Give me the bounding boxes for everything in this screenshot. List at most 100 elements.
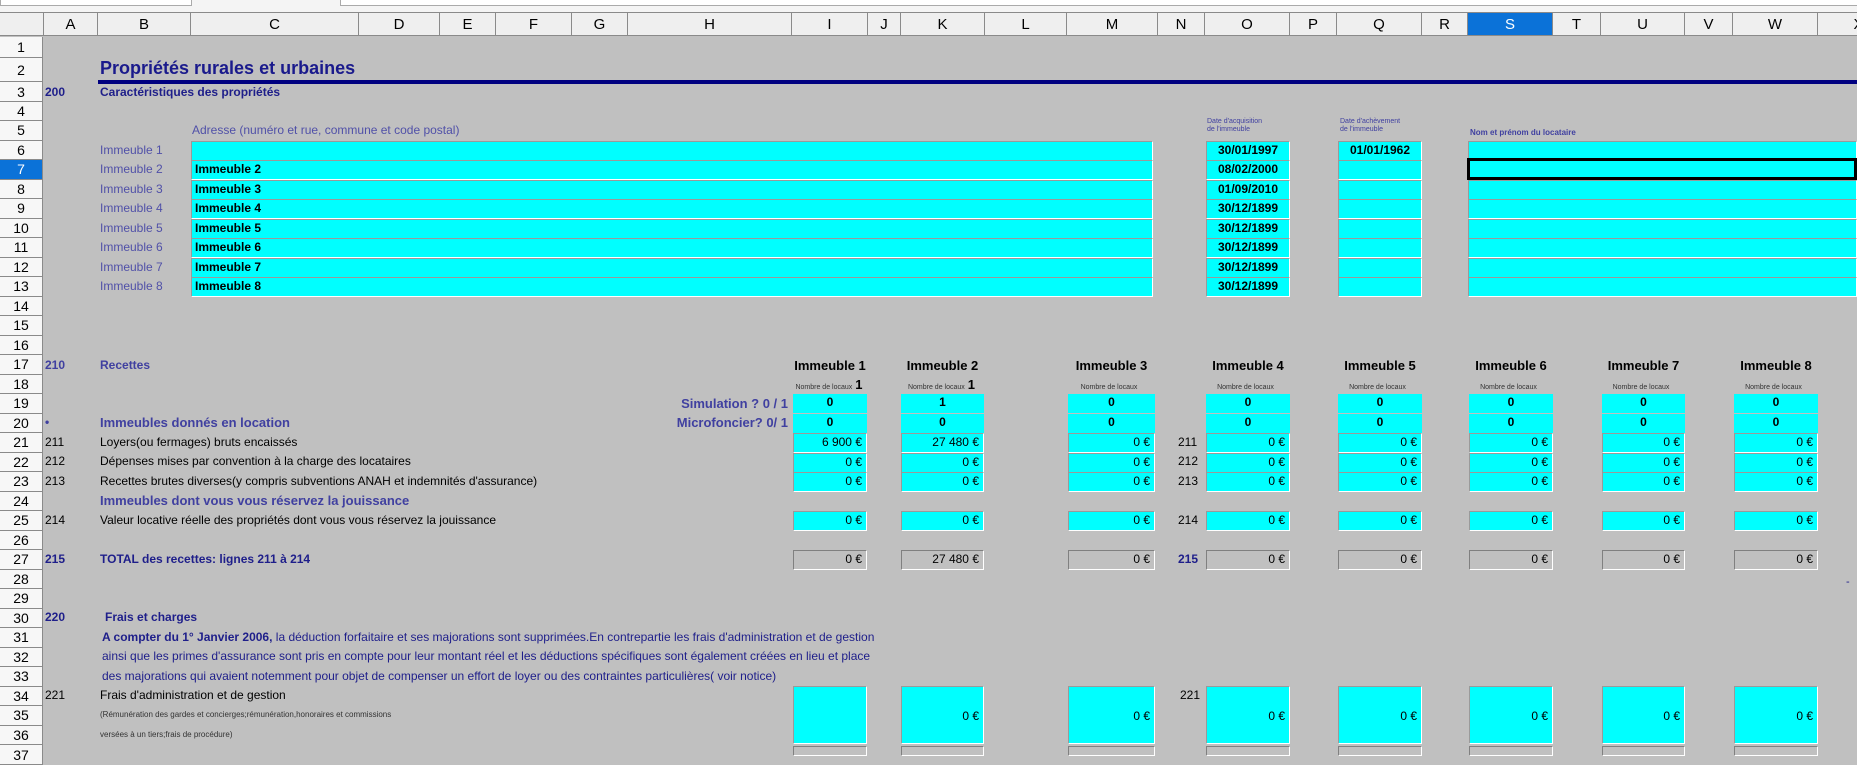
column-header-a[interactable]: A bbox=[44, 12, 98, 36]
row-header-28[interactable]: 28 bbox=[0, 569, 43, 589]
row-header-14[interactable]: 14 bbox=[0, 296, 43, 316]
row-header-23[interactable]: 23 bbox=[0, 472, 43, 492]
address-input[interactable]: Immeuble 5 bbox=[191, 218, 1153, 239]
row-header-10[interactable]: 10 bbox=[0, 218, 43, 238]
line-221-input[interactable]: 0 € bbox=[1338, 686, 1422, 744]
line-212-input[interactable]: 0 € bbox=[793, 452, 867, 473]
microfoncier-input[interactable]: 0 bbox=[1068, 414, 1155, 433]
acquisition-date-input[interactable]: 30/12/1899 bbox=[1206, 257, 1290, 278]
line-214-input[interactable]: 0 € bbox=[1469, 511, 1553, 531]
simulation-input[interactable]: 0 bbox=[1734, 394, 1818, 413]
row-header-7[interactable]: 7 bbox=[0, 160, 43, 180]
column-header-d[interactable]: D bbox=[359, 12, 440, 36]
line-213-input[interactable]: 0 € bbox=[793, 472, 867, 492]
address-input[interactable]: Immeuble 2 bbox=[191, 160, 1153, 180]
column-header-v[interactable]: V bbox=[1685, 12, 1733, 36]
simulation-input[interactable]: 0 bbox=[1469, 394, 1553, 413]
nb-locaux-count[interactable]: 1 bbox=[855, 377, 862, 392]
row-header-32[interactable]: 32 bbox=[0, 647, 43, 667]
line-212-input[interactable]: 0 € bbox=[1206, 452, 1290, 473]
line-211-input[interactable]: 0 € bbox=[1338, 433, 1422, 453]
column-header-x[interactable]: X bbox=[1818, 12, 1857, 36]
row-header-20[interactable]: 20 bbox=[0, 413, 43, 433]
simulation-input[interactable]: 0 bbox=[793, 394, 867, 413]
line-221-input[interactable]: 0 € bbox=[901, 686, 984, 744]
row-header-16[interactable]: 16 bbox=[0, 335, 43, 355]
line-214-input[interactable]: 0 € bbox=[1602, 511, 1685, 531]
row-header-37[interactable]: 37 bbox=[0, 745, 43, 765]
completion-date-input[interactable]: 01/01/1962 bbox=[1338, 140, 1422, 161]
line-213-input[interactable]: 0 € bbox=[1734, 472, 1818, 492]
line-212-input[interactable]: 0 € bbox=[1338, 452, 1422, 473]
row-header-29[interactable]: 29 bbox=[0, 589, 43, 609]
line-221-input[interactable]: 0 € bbox=[1734, 686, 1818, 744]
line-211-input[interactable]: 0 € bbox=[1602, 433, 1685, 453]
completion-date-input[interactable] bbox=[1338, 160, 1422, 180]
row-header-36[interactable]: 36 bbox=[0, 725, 43, 745]
column-header-u[interactable]: U bbox=[1601, 12, 1685, 36]
column-header-t[interactable]: T bbox=[1553, 12, 1601, 36]
row-header-30[interactable]: 30 bbox=[0, 608, 43, 628]
completion-date-input[interactable] bbox=[1338, 199, 1422, 219]
row-header-1[interactable]: 1 bbox=[0, 37, 43, 58]
column-header-h[interactable]: H bbox=[628, 12, 792, 36]
column-header-c[interactable]: C bbox=[191, 12, 359, 36]
row-header-21[interactable]: 21 bbox=[0, 433, 43, 453]
row-header-17[interactable]: 17 bbox=[0, 355, 43, 375]
line-212-input[interactable]: 0 € bbox=[1734, 452, 1818, 473]
column-header-o[interactable]: O bbox=[1205, 12, 1290, 36]
row-header-5[interactable]: 5 bbox=[0, 121, 43, 141]
microfoncier-input[interactable]: 0 bbox=[901, 414, 984, 433]
column-header-q[interactable]: Q bbox=[1337, 12, 1422, 36]
row-header-33[interactable]: 33 bbox=[0, 667, 43, 687]
column-header-w[interactable]: W bbox=[1733, 12, 1818, 36]
column-header-l[interactable]: L bbox=[985, 12, 1067, 36]
completion-date-input[interactable] bbox=[1338, 257, 1422, 278]
line-212-input[interactable]: 0 € bbox=[1068, 452, 1155, 473]
simulation-input[interactable]: 0 bbox=[1206, 394, 1290, 413]
simulation-input[interactable]: 0 bbox=[1602, 394, 1685, 413]
column-header-g[interactable]: G bbox=[572, 12, 628, 36]
microfoncier-input[interactable]: 0 bbox=[1469, 414, 1553, 433]
formula-input[interactable] bbox=[340, 0, 1857, 6]
selected-cell-cursor[interactable] bbox=[1467, 158, 1857, 180]
acquisition-date-input[interactable]: 30/12/1899 bbox=[1206, 218, 1290, 239]
column-header-m[interactable]: M bbox=[1067, 12, 1158, 36]
row-header-18[interactable]: 18 bbox=[0, 374, 43, 394]
row-header-6[interactable]: 6 bbox=[0, 140, 43, 160]
column-header-f[interactable]: F bbox=[496, 12, 572, 36]
column-header-b[interactable]: B bbox=[98, 12, 191, 36]
line-213-input[interactable]: 0 € bbox=[901, 472, 984, 492]
tenant-name-input[interactable] bbox=[1468, 257, 1857, 278]
row-header-13[interactable]: 13 bbox=[0, 277, 43, 297]
tenant-name-input[interactable] bbox=[1468, 179, 1857, 200]
address-input[interactable] bbox=[191, 140, 1153, 161]
row-header-31[interactable]: 31 bbox=[0, 628, 43, 648]
line-211-input[interactable]: 0 € bbox=[1469, 433, 1553, 453]
line-214-input[interactable]: 0 € bbox=[1338, 511, 1422, 531]
row-header-3[interactable]: 3 bbox=[0, 82, 43, 102]
line-214-input[interactable]: 0 € bbox=[1734, 511, 1818, 531]
microfoncier-input[interactable]: 0 bbox=[1206, 414, 1290, 433]
microfoncier-input[interactable]: 0 bbox=[1338, 414, 1422, 433]
microfoncier-input[interactable]: 0 bbox=[793, 414, 867, 433]
completion-date-input[interactable] bbox=[1338, 218, 1422, 239]
simulation-input[interactable]: 1 bbox=[901, 394, 984, 413]
line-221-input[interactable]: 0 € bbox=[1068, 686, 1155, 744]
row-header-22[interactable]: 22 bbox=[0, 452, 43, 472]
line-211-input[interactable]: 0 € bbox=[1734, 433, 1818, 453]
column-header-e[interactable]: E bbox=[440, 12, 496, 36]
acquisition-date-input[interactable]: 30/12/1899 bbox=[1206, 238, 1290, 258]
line-211-input[interactable]: 6 900 € bbox=[793, 433, 867, 453]
line-212-input[interactable]: 0 € bbox=[1602, 452, 1685, 473]
line-213-input[interactable]: 0 € bbox=[1068, 472, 1155, 492]
acquisition-date-input[interactable]: 01/09/2010 bbox=[1206, 179, 1290, 200]
row-header-8[interactable]: 8 bbox=[0, 179, 43, 199]
acquisition-date-input[interactable]: 30/01/1997 bbox=[1206, 140, 1290, 161]
line-213-input[interactable]: 0 € bbox=[1206, 472, 1290, 492]
column-header-i[interactable]: I bbox=[792, 12, 868, 36]
column-header-n[interactable]: N bbox=[1158, 12, 1205, 36]
line-211-input[interactable]: 0 € bbox=[1206, 433, 1290, 453]
completion-date-input[interactable] bbox=[1338, 179, 1422, 200]
line-213-input[interactable]: 0 € bbox=[1602, 472, 1685, 492]
